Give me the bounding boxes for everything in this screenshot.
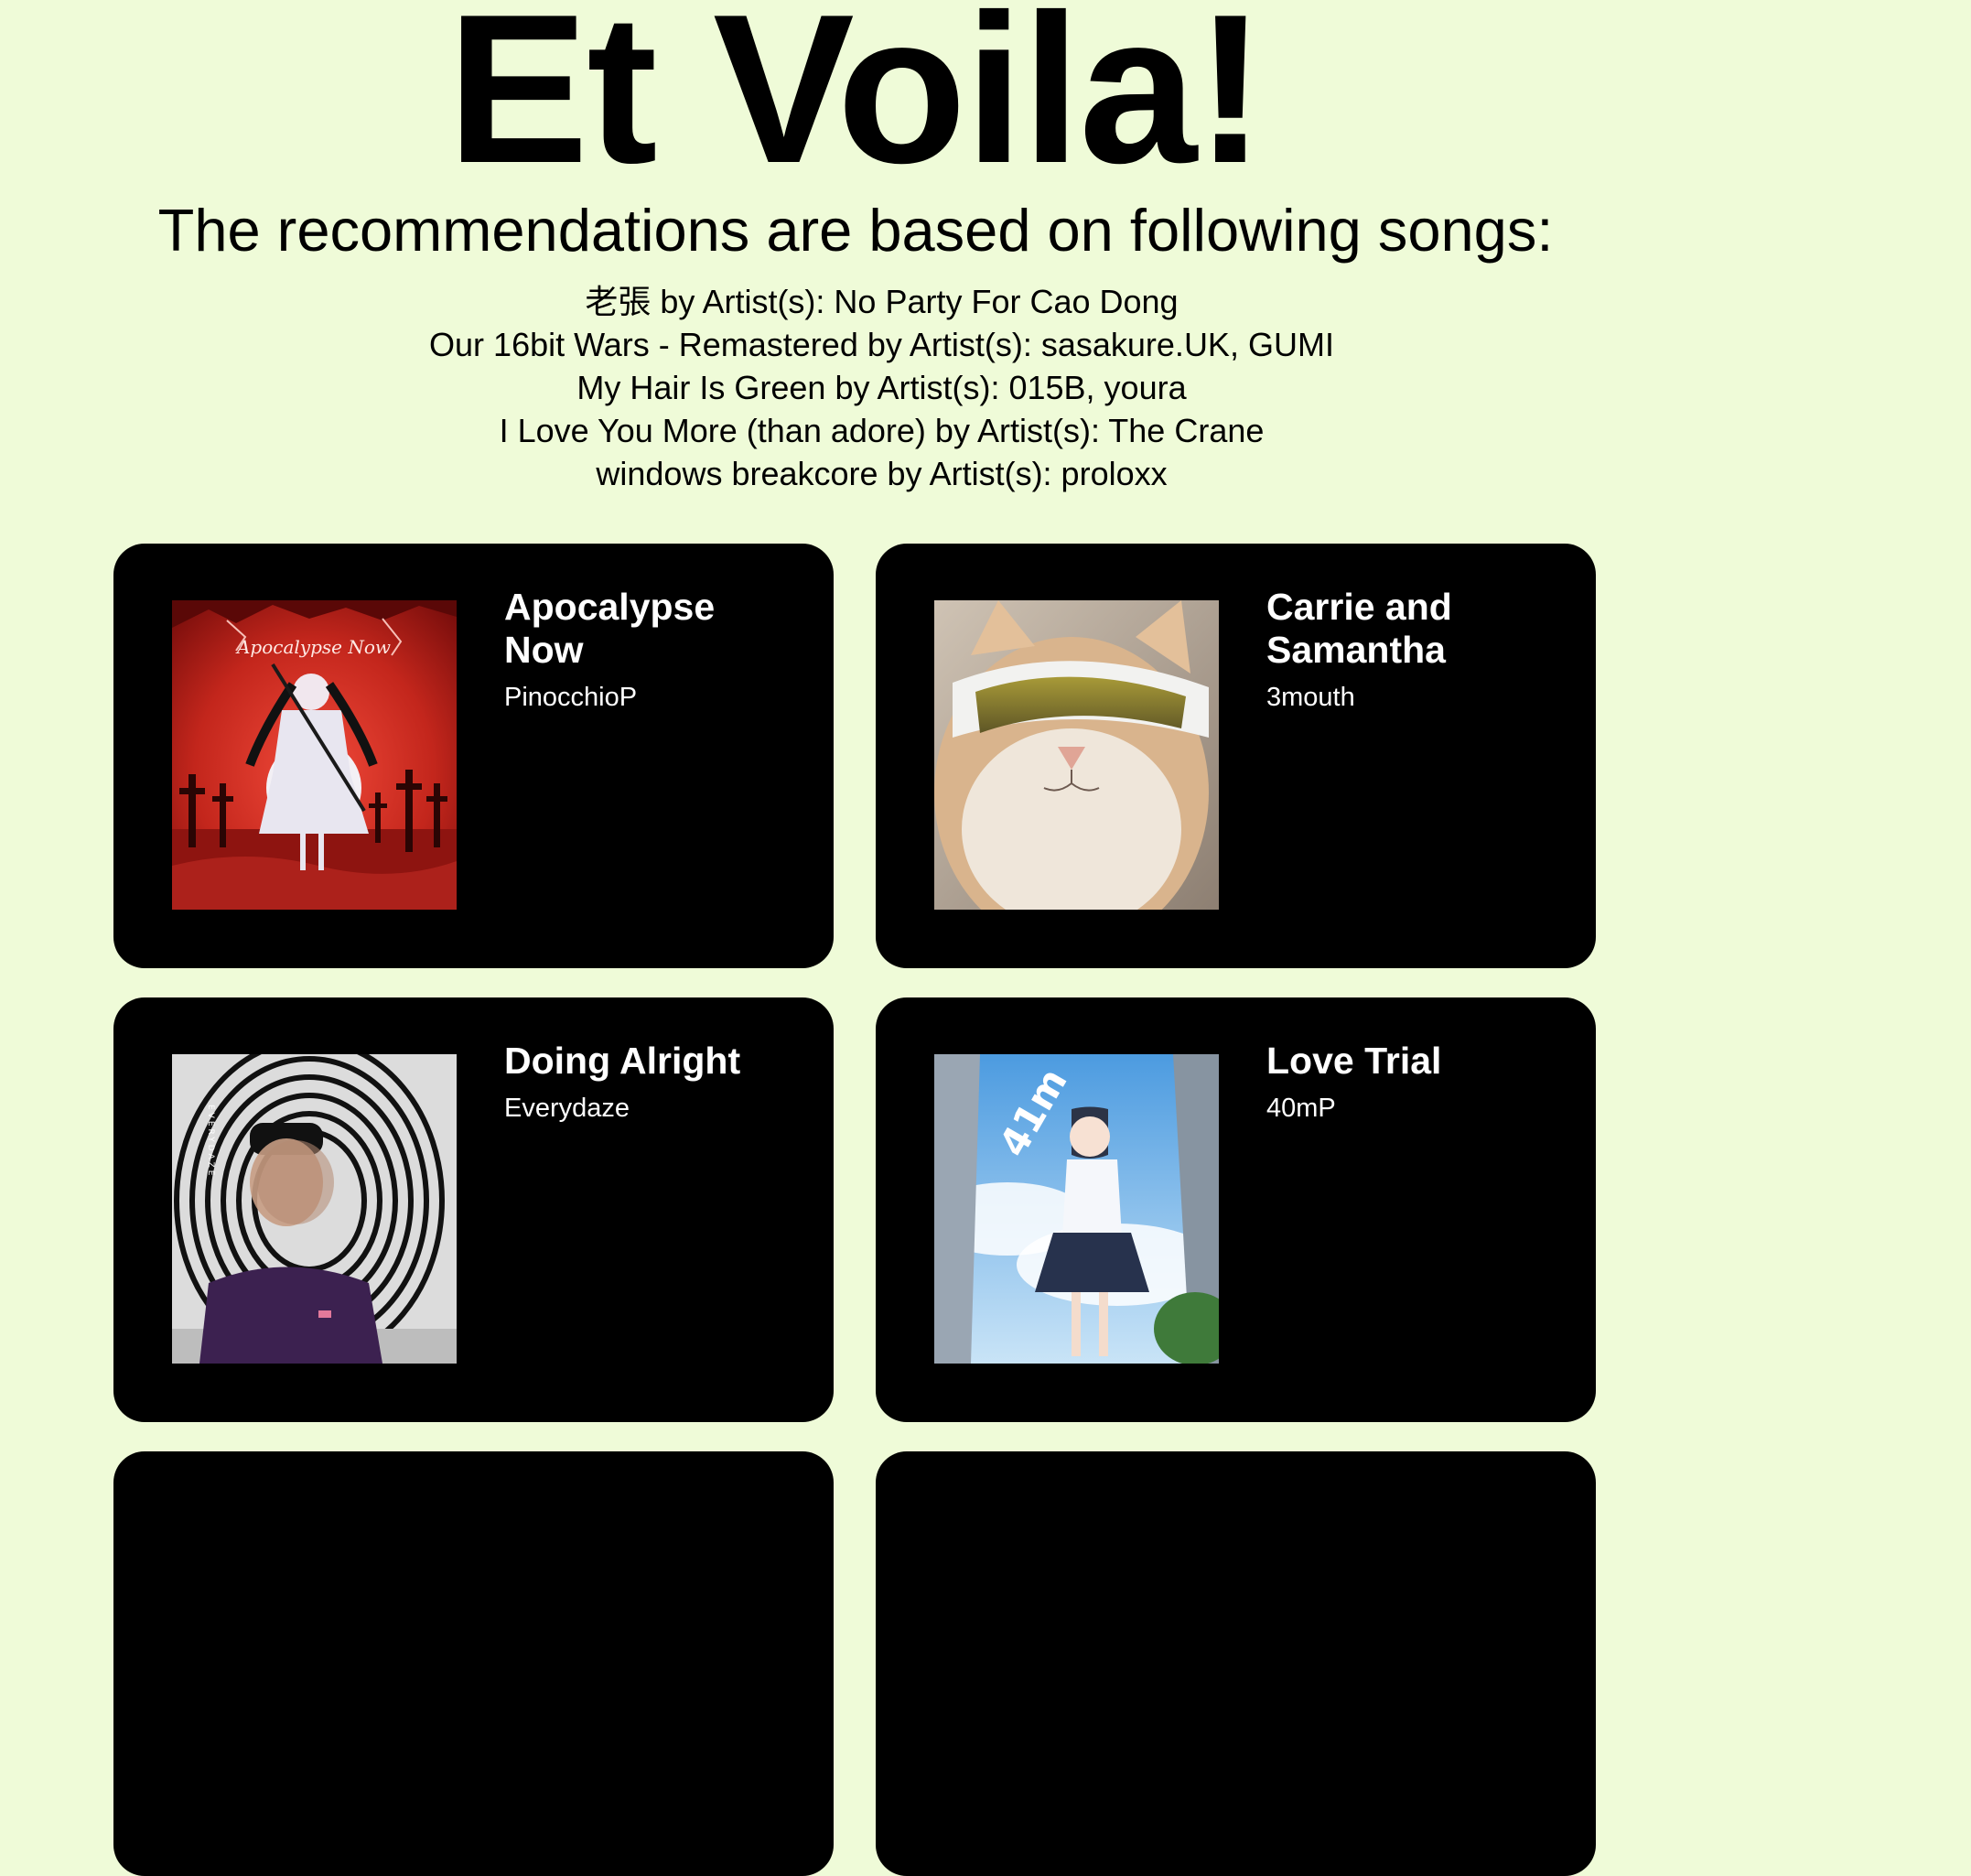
recommendation-card[interactable]: EVERYDAZE Doing Alright Everydaze xyxy=(113,997,834,1422)
track-info: Apocalypse Now PinocchioP xyxy=(504,586,797,714)
page-subtitle: The recommendations are based on followi… xyxy=(157,197,1554,264)
recommendation-card[interactable] xyxy=(113,1451,834,1876)
track-artist: PinocchioP xyxy=(504,683,638,712)
track-artist: 3mouth xyxy=(1266,683,1355,712)
recommendation-grid: Apocalypse Now Apocalypse Now PinocchioP xyxy=(113,544,1596,1876)
track-title: Carrie and Samantha xyxy=(1266,586,1452,671)
seed-song-item: windows breakcore by Artist(s): proloxx xyxy=(596,455,1168,492)
album-cover-image: 41m xyxy=(934,1054,1219,1364)
recommendation-card[interactable] xyxy=(876,1451,1596,1876)
recommendation-card[interactable]: 41m Love Trial 40mP xyxy=(876,997,1596,1422)
album-cover-image: EVERYDAZE xyxy=(172,1054,457,1364)
track-title: Apocalypse Now xyxy=(504,586,716,671)
seed-song-list: 老張 by Artist(s): No Party For Cao Dong O… xyxy=(0,280,1763,495)
seed-song-item: Our 16bit Wars - Remastered by Artist(s)… xyxy=(429,326,1334,363)
album-cover-doing-alright: EVERYDAZE xyxy=(172,1054,457,1364)
track-info xyxy=(1266,1493,1559,1503)
recommendation-card[interactable]: Apocalypse Now Apocalypse Now PinocchioP xyxy=(113,544,834,968)
seed-song-item: My Hair Is Green by Artist(s): 015B, you… xyxy=(576,369,1187,406)
track-info: Love Trial 40mP xyxy=(1266,1040,1559,1125)
album-cover-apocalypse-now: Apocalypse Now xyxy=(172,600,457,910)
album-cover-carrie-and-samantha xyxy=(934,600,1219,910)
track-title: Love Trial xyxy=(1266,1040,1442,1082)
track-title: Doing Alright xyxy=(504,1040,741,1082)
track-info xyxy=(504,1493,797,1503)
cover-text: Apocalypse Now xyxy=(235,636,391,658)
track-info: Carrie and Samantha 3mouth xyxy=(1266,586,1559,714)
seed-song-item: 老張 by Artist(s): No Party For Cao Dong xyxy=(585,283,1179,320)
track-artist: 40mP xyxy=(1266,1094,1336,1123)
album-cover-image: Apocalypse Now xyxy=(172,600,457,910)
page-title: Et Voila! xyxy=(447,0,1266,208)
recommendation-card[interactable]: Carrie and Samantha 3mouth xyxy=(876,544,1596,968)
album-cover-image xyxy=(934,600,1219,910)
cover-text: EVERYDAZE xyxy=(206,1105,215,1179)
album-cover-love-trial: 41m xyxy=(934,1054,1219,1364)
seed-song-item: I Love You More (than adore) by Artist(s… xyxy=(499,412,1265,449)
track-info: Doing Alright Everydaze xyxy=(504,1040,797,1125)
track-artist: Everydaze xyxy=(504,1094,630,1123)
